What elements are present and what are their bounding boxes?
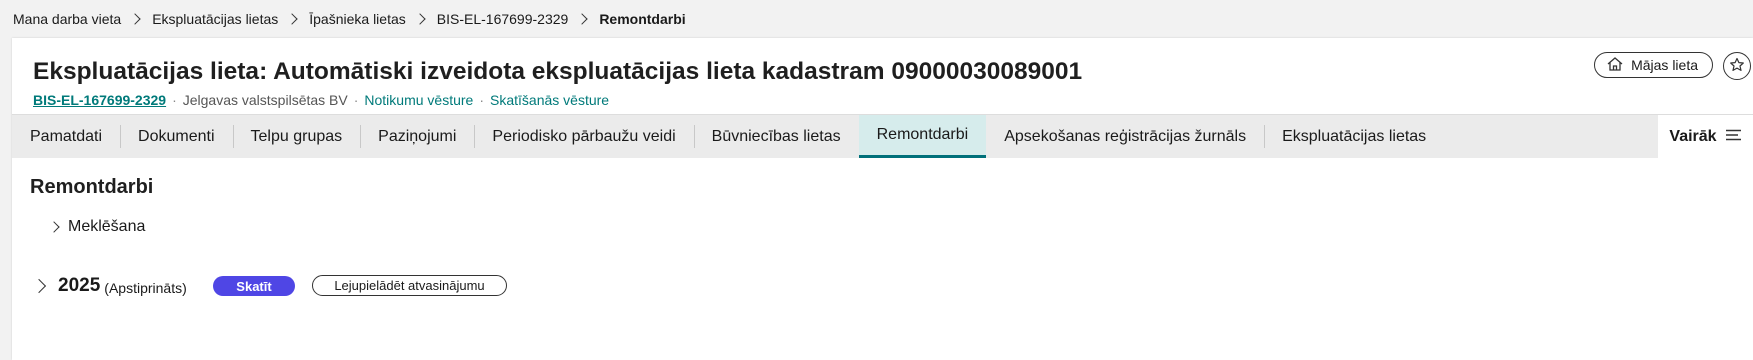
view-history-link[interactable]: Skatīšanās vēsture <box>490 92 609 108</box>
page-title: Ekspluatācijas lieta: Automātiski izveid… <box>33 58 1083 85</box>
tab-operation-cases[interactable]: Ekspluatācijas lietas <box>1264 115 1444 158</box>
search-label: Meklēšana <box>68 218 146 235</box>
breadcrumb-item-current: Remontdarbi <box>599 11 686 27</box>
chevron-right-icon <box>31 278 47 294</box>
tab-basic-data[interactable]: Pamatdati <box>12 115 120 158</box>
tab-survey-log[interactable]: Apsekošanas reģistrācijas žurnāls <box>986 115 1264 158</box>
chevron-right-icon <box>414 13 426 25</box>
house-case-button[interactable]: Mājas lieta <box>1594 52 1713 78</box>
tab-bar: Pamatdati Dokumenti Telpu grupas Paziņoj… <box>12 114 1753 158</box>
year-label: 2025 <box>58 275 101 296</box>
star-icon <box>1729 57 1745 76</box>
case-meta: BIS-EL-167699-2329 · Jelgavas valstspils… <box>33 92 609 108</box>
house-case-label: Mājas lieta <box>1631 57 1698 73</box>
breadcrumb: Mana darba vieta Ekspluatācijas lietas Ī… <box>0 0 1753 38</box>
more-label: Vairāk <box>1669 127 1717 145</box>
chevron-right-icon <box>129 13 141 25</box>
separator-dot: · <box>479 92 484 108</box>
favorite-button[interactable] <box>1723 52 1751 80</box>
view-button[interactable]: Skatīt <box>213 276 295 296</box>
separator-dot: · <box>353 92 359 108</box>
tab-room-groups[interactable]: Telpu grupas <box>232 115 361 158</box>
breadcrumb-item-owner-cases[interactable]: Īpašnieka lietas <box>309 11 406 27</box>
year-status: (Apstiprināts) <box>104 279 187 296</box>
tab-documents[interactable]: Dokumenti <box>120 115 232 158</box>
breadcrumb-item-case[interactable]: BIS-EL-167699-2329 <box>437 11 569 27</box>
tab-construction-cases[interactable]: Būvniecības lietas <box>693 115 859 158</box>
case-id-link[interactable]: BIS-EL-167699-2329 <box>33 92 166 108</box>
tab-periodic-inspection-types[interactable]: Periodisko pārbaužu veidi <box>474 115 693 158</box>
house-icon <box>1607 56 1623 74</box>
breadcrumb-item-workplace[interactable]: Mana darba vieta <box>13 11 121 27</box>
owner-label: Jelgavas valstspilsētas BV <box>182 92 348 108</box>
chevron-right-icon <box>576 13 588 25</box>
year-row-toggle[interactable]: 2025 (Apstiprināts) <box>31 275 187 297</box>
download-derivative-button[interactable]: Lejupielādēt atvasinājumu <box>312 275 507 296</box>
menu-icon <box>1725 128 1742 146</box>
tab-notifications[interactable]: Paziņojumi <box>360 115 474 158</box>
more-menu-button[interactable]: Vairāk <box>1658 115 1753 158</box>
separator-dot: · <box>172 92 177 108</box>
content-card: Ekspluatācijas lieta: Automātiski izveid… <box>12 38 1753 360</box>
tab-repairs[interactable]: Remontdarbi <box>858 115 987 158</box>
chevron-right-icon <box>48 221 60 233</box>
event-history-link[interactable]: Notikumu vēsture <box>364 92 473 108</box>
search-toggle[interactable]: Meklēšana <box>48 218 146 236</box>
section-title: Remontdarbi <box>30 176 154 198</box>
chevron-right-icon <box>286 13 298 25</box>
breadcrumb-item-operation-cases[interactable]: Ekspluatācijas lietas <box>152 11 278 27</box>
